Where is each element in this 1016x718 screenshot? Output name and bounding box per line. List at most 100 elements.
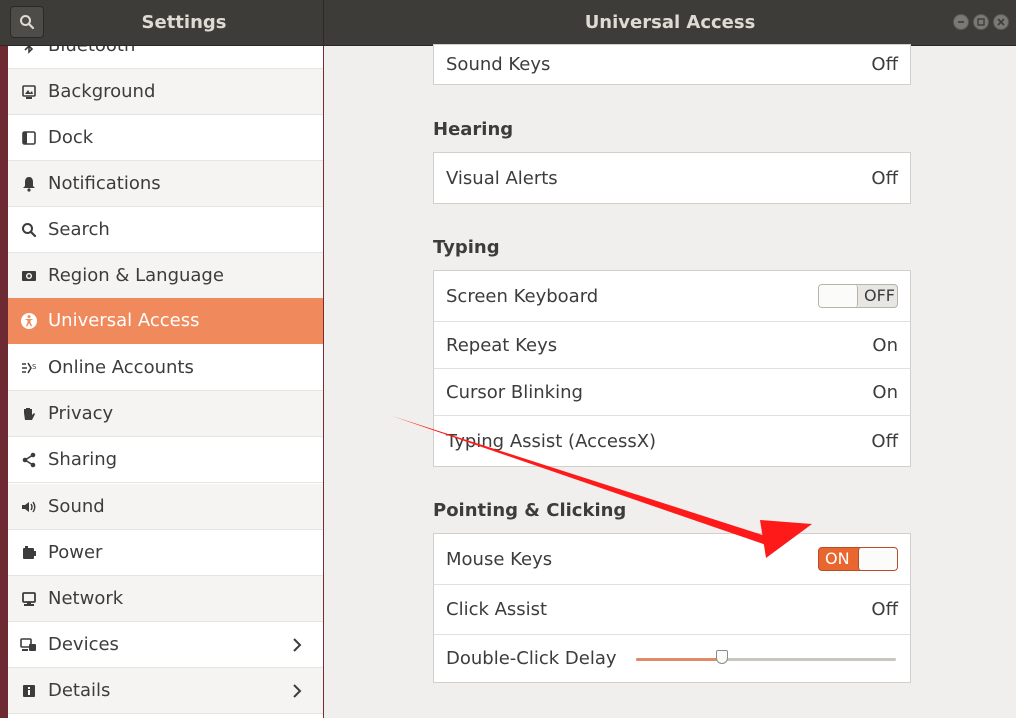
background-icon — [20, 83, 38, 101]
accessibility-icon — [20, 312, 38, 330]
sidebar-item-label: Privacy — [48, 403, 114, 424]
row-label: Typing Assist (AccessX) — [446, 430, 657, 452]
sidebar-item-label: Bluetooth — [48, 46, 135, 56]
hearing-group: Visual Alerts Off — [433, 152, 911, 204]
section-title-pointing-clicking: Pointing & Clicking — [433, 500, 627, 521]
sound-keys-row[interactable]: Sound Keys Off — [434, 45, 910, 84]
screen-keyboard-row[interactable]: Screen Keyboard OFF — [434, 271, 910, 322]
maximize-button[interactable] — [973, 14, 989, 30]
visual-alerts-row[interactable]: Visual Alerts Off — [434, 153, 910, 203]
row-value: On — [872, 381, 898, 403]
sidebar-item-details[interactable]: Details — [8, 668, 323, 714]
bluetooth-icon — [20, 46, 38, 55]
minimize-icon — [958, 21, 964, 23]
sidebar-item-background[interactable]: Background — [8, 69, 323, 115]
sidebar-item-label: Dock — [48, 127, 94, 148]
click-assist-row[interactable]: Click Assist Off — [434, 585, 910, 635]
sidebar-item-search[interactable]: Search — [8, 207, 323, 253]
slider-thumb[interactable] — [716, 649, 728, 664]
chevron-right-icon — [293, 684, 302, 698]
row-value: Off — [871, 167, 898, 189]
row-label: Screen Keyboard — [446, 285, 599, 307]
repeat-keys-row[interactable]: Repeat Keys On — [434, 322, 910, 369]
pointing-group: Mouse Keys ON Click Assist Off Double-Cl… — [433, 533, 911, 683]
sidebar-item-label: Details — [48, 680, 111, 701]
toggle-knob — [858, 548, 897, 570]
sidebar-item-label: Online Accounts — [48, 357, 194, 378]
bell-icon — [20, 175, 38, 193]
screen-keyboard-toggle[interactable]: OFF — [818, 284, 898, 308]
sidebar-item-label: Sharing — [48, 449, 118, 470]
hand-icon — [20, 405, 38, 423]
sidebar: Bluetooth Background Dock Notifications … — [8, 46, 323, 718]
battery-icon — [20, 544, 38, 562]
settings-title: Settings — [141, 12, 227, 33]
sidebar-item-label: Network — [48, 588, 124, 609]
sidebar-item-sound[interactable]: Sound — [8, 484, 323, 530]
row-value: Off — [871, 599, 898, 620]
section-title-typing: Typing — [433, 237, 500, 258]
online-accounts-icon: S — [20, 359, 38, 377]
sidebar-item-notifications[interactable]: Notifications — [8, 161, 323, 207]
row-value: Off — [871, 54, 898, 75]
toggle-state: ON — [825, 549, 850, 568]
row-label: Visual Alerts — [446, 167, 558, 189]
mouse-keys-toggle[interactable]: ON — [818, 547, 898, 571]
cursor-blinking-row[interactable]: Cursor Blinking On — [434, 369, 910, 416]
svg-text:S: S — [32, 363, 37, 371]
speaker-icon — [20, 498, 38, 516]
row-label: Sound Keys — [446, 54, 551, 75]
typing-group: Screen Keyboard OFF Repeat Keys On Curso… — [433, 270, 911, 467]
sidebar-item-region-language[interactable]: Region & Language — [8, 253, 323, 299]
sidebar-item-bluetooth[interactable]: Bluetooth — [8, 46, 323, 69]
sidebar-item-online-accounts[interactable]: S Online Accounts — [8, 345, 323, 391]
sidebar-item-label: Search — [48, 219, 110, 240]
sidebar-item-dock[interactable]: Dock — [8, 115, 323, 161]
sidebar-item-label: Power — [48, 542, 103, 563]
header-bar: Settings Universal Access — [0, 0, 1016, 46]
dock-icon — [20, 129, 38, 147]
sidebar-item-label: Sound — [48, 496, 105, 517]
region-icon — [20, 267, 38, 285]
toggle-state: OFF — [864, 286, 895, 305]
search-button[interactable] — [10, 6, 44, 38]
seeing-group: Sound Keys Off — [433, 44, 911, 85]
double-click-delay-row: Double-Click Delay — [434, 635, 910, 682]
typing-assist-row[interactable]: Typing Assist (AccessX) Off — [434, 416, 910, 466]
sidebar-item-universal-access[interactable]: Universal Access — [8, 298, 323, 344]
sidebar-item-label: Devices — [48, 634, 119, 655]
sidebar-item-label: Background — [48, 81, 156, 102]
window-edge — [1008, 46, 1016, 718]
slider-fill — [636, 657, 722, 661]
sidebar-item-power[interactable]: Power — [8, 530, 323, 576]
row-value: Off — [871, 430, 898, 452]
sidebar-item-privacy[interactable]: Privacy — [8, 391, 323, 437]
search-icon — [20, 221, 38, 239]
row-label: Cursor Blinking — [446, 381, 583, 403]
minimize-button[interactable] — [953, 14, 969, 30]
row-value: On — [872, 334, 898, 356]
mouse-keys-row[interactable]: Mouse Keys ON — [434, 534, 910, 585]
universal-access-panel: Sound Keys Off Hearing Visual Alerts Off… — [324, 44, 1016, 718]
sidebar-item-label: Region & Language — [48, 265, 224, 286]
sidebar-item-label: Notifications — [48, 173, 161, 194]
share-icon — [20, 451, 38, 469]
toggle-knob — [819, 285, 858, 307]
row-label: Repeat Keys — [446, 334, 558, 356]
chevron-right-icon — [293, 638, 302, 652]
double-click-delay-slider[interactable] — [636, 649, 898, 669]
sidebar-item-network[interactable]: Network — [8, 576, 323, 622]
panel-title: Universal Access — [584, 12, 756, 33]
row-label: Click Assist — [446, 599, 548, 620]
close-icon — [997, 18, 1005, 26]
section-title-hearing: Hearing — [433, 119, 514, 140]
sidebar-item-sharing[interactable]: Sharing — [8, 437, 323, 483]
close-button[interactable] — [993, 14, 1009, 30]
network-icon — [20, 590, 38, 608]
devices-icon — [20, 636, 38, 654]
search-icon — [20, 15, 35, 30]
maximize-icon — [977, 18, 985, 26]
sidebar-item-devices[interactable]: Devices — [8, 622, 323, 668]
sidebar-item-label: Universal Access — [48, 310, 200, 331]
desktop-edge — [0, 46, 8, 718]
